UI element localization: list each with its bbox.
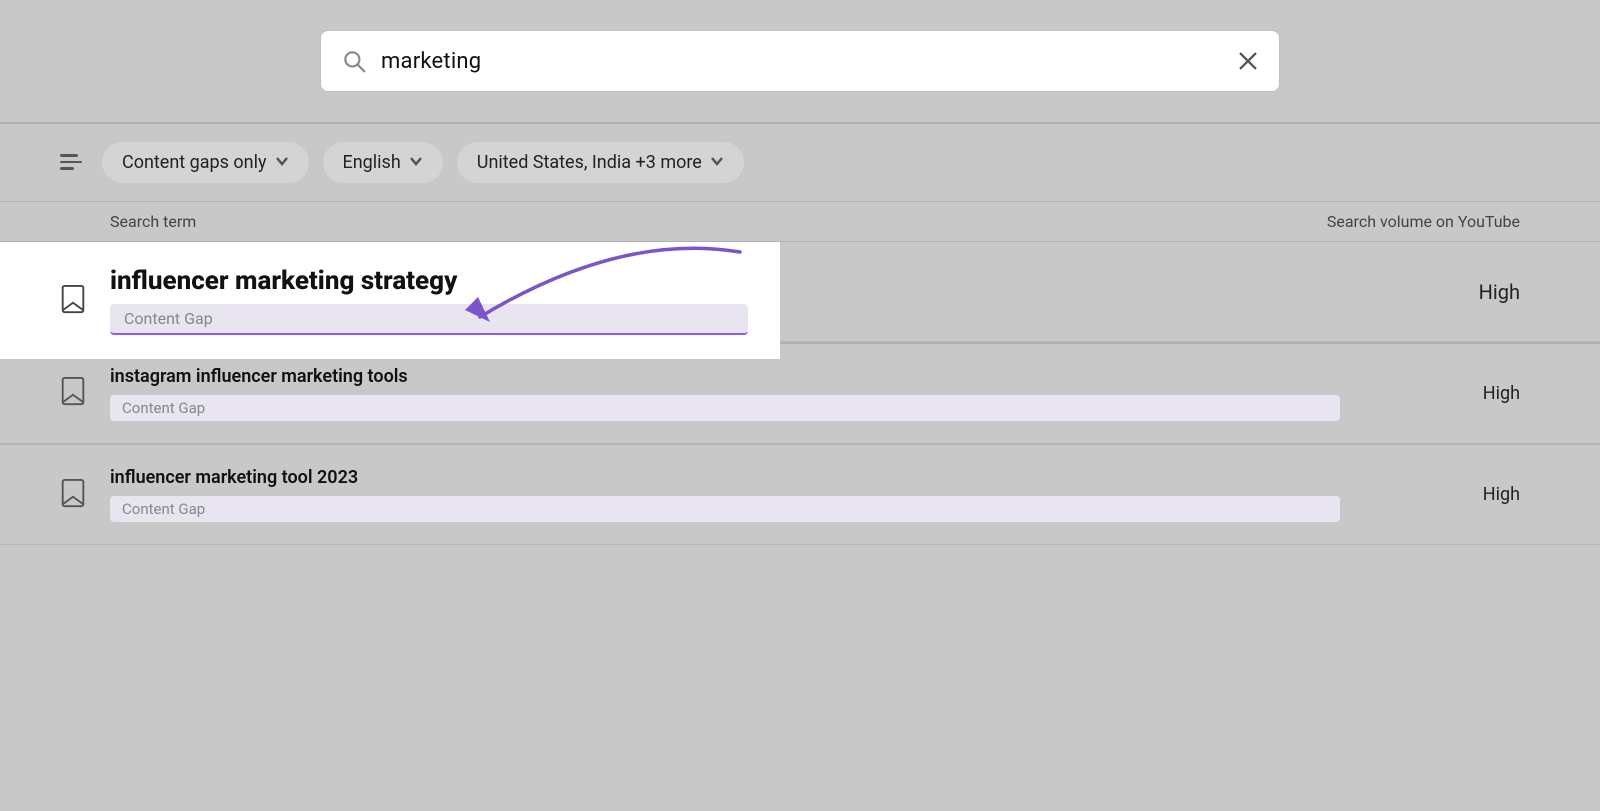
hamburger-icon: [60, 154, 82, 170]
col-header-search-term: Search term: [110, 212, 1327, 231]
content-gap-badge-1: Content Gap: [110, 304, 748, 335]
page-wrapper: marketing Content gaps only: [0, 0, 1600, 811]
search-bar: marketing: [320, 30, 1280, 92]
term-name-3: influencer marketing tool 2023: [110, 467, 1340, 488]
search-bar-container: marketing: [320, 30, 1280, 92]
table-header: Search term Search volume on YouTube: [0, 202, 1600, 242]
region-label: United States, India +3 more: [477, 152, 702, 173]
term-name-2: instagram influencer marketing tools: [110, 366, 1340, 387]
language-label: English: [343, 152, 401, 173]
region-filter[interactable]: United States, India +3 more: [457, 142, 744, 183]
bookmark-col-2: [60, 376, 110, 410]
volume-cell-2: High: [1340, 383, 1540, 404]
term-col-3: influencer marketing tool 2023 Content G…: [110, 467, 1340, 522]
table-body: High influencer marketing strategy Conte…: [0, 242, 1600, 545]
bookmark-icon-2[interactable]: [60, 376, 86, 410]
content-gaps-chevron: [275, 152, 289, 173]
filter-bar: Content gaps only English United States,…: [0, 124, 1600, 201]
term-col-1: influencer marketing strategy Content Ga…: [110, 266, 748, 335]
bookmark-icon-3[interactable]: [60, 478, 86, 512]
content-gap-badge-2: Content Gap: [110, 395, 1340, 421]
volume-cell-1: High: [1340, 280, 1540, 304]
content-gaps-filter[interactable]: Content gaps only: [102, 142, 309, 183]
filter-menu-icon[interactable]: [60, 154, 82, 170]
highlighted-row-container: High influencer marketing strategy Conte…: [0, 242, 1600, 342]
content-gaps-label: Content gaps only: [122, 152, 267, 173]
content-gap-badge-3: Content Gap: [110, 496, 1340, 522]
language-filter[interactable]: English: [323, 142, 443, 183]
term-col-2: instagram influencer marketing tools Con…: [110, 366, 1340, 421]
search-icon: [341, 48, 367, 74]
bookmark-icon-1[interactable]: [60, 284, 86, 318]
term-name-1: influencer marketing strategy: [110, 266, 748, 296]
volume-cell-3: High: [1340, 484, 1540, 505]
language-chevron: [409, 152, 423, 173]
highlighted-card: influencer marketing strategy Content Ga…: [0, 242, 780, 359]
search-input[interactable]: marketing: [381, 49, 1237, 74]
bookmark-col-1: [60, 284, 110, 318]
region-chevron: [710, 152, 724, 173]
table-row[interactable]: influencer marketing tool 2023 Content G…: [0, 445, 1600, 545]
bookmark-col-3: [60, 478, 110, 512]
clear-search-button[interactable]: [1237, 50, 1259, 72]
col-header-volume: Search volume on YouTube: [1327, 212, 1540, 231]
